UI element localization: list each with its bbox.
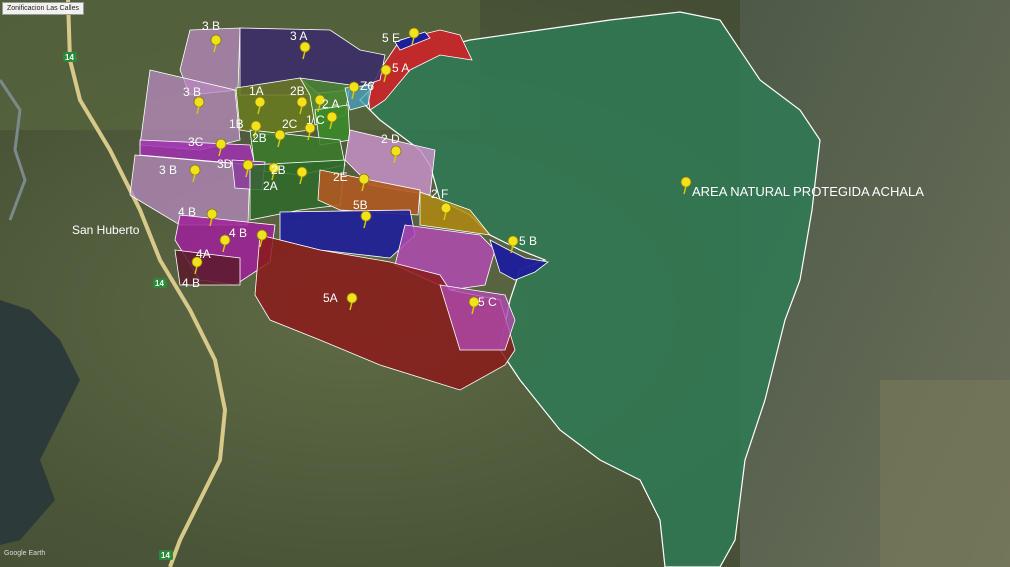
label-2a-small: 2 A bbox=[322, 97, 339, 111]
label-2f: 2 F bbox=[431, 187, 448, 201]
label-3b-middle: 3 B bbox=[183, 85, 201, 99]
label-3c: 3C bbox=[188, 135, 204, 149]
label-3d: 3D bbox=[217, 157, 233, 171]
route-shield-north: 14 bbox=[63, 52, 77, 62]
route-shield-south: 14 bbox=[159, 550, 173, 560]
label-z6: Z6 bbox=[360, 79, 374, 93]
label-2b-south: 2B bbox=[271, 163, 286, 177]
label-2b-north: 2B bbox=[290, 84, 305, 98]
label-5e: 5 E bbox=[382, 31, 400, 45]
label-3b-south: 3 B bbox=[159, 163, 177, 177]
label-protected-area: AREA NATURAL PROTEGIDA ACHALA bbox=[692, 184, 924, 199]
label-3b-north: 3 B bbox=[202, 19, 220, 33]
label-5a-north: 5 A bbox=[392, 61, 409, 75]
route-shield-middle: 14 bbox=[153, 278, 167, 288]
label-5b: 5B bbox=[353, 198, 368, 212]
label-2a: 2A bbox=[263, 179, 278, 193]
satellite-map[interactable]: 3 B 3 A 5 E 5 A 3 B 1A 2B 2 A Z6 1B 2C 1… bbox=[0, 0, 1010, 567]
svg-text:14: 14 bbox=[161, 551, 170, 560]
label-1c: 1 C bbox=[306, 113, 325, 127]
svg-text:14: 14 bbox=[155, 279, 164, 288]
label-1a: 1A bbox=[249, 84, 264, 98]
label-3a: 3 A bbox=[290, 29, 307, 43]
label-4b-c: 4 B bbox=[182, 276, 200, 290]
lower-right-ridge bbox=[880, 380, 1010, 567]
label-2b-middle: 2B bbox=[252, 131, 267, 145]
label-1b: 1B bbox=[229, 117, 244, 131]
label-4b-a: 4 B bbox=[178, 205, 196, 219]
label-4a: 4A bbox=[196, 247, 211, 261]
label-5a: 5A bbox=[323, 291, 338, 305]
google-earth-watermark: Google Earth bbox=[4, 550, 46, 557]
svg-text:14: 14 bbox=[65, 53, 74, 62]
label-5c: 5 C bbox=[478, 295, 497, 309]
map-title: Zonificacion Las Calles bbox=[2, 2, 84, 15]
label-4b-b: 4 B bbox=[229, 226, 247, 240]
label-2d: 2 D bbox=[381, 132, 400, 146]
label-2e: 2E bbox=[333, 170, 348, 184]
label-2c: 2C bbox=[282, 117, 298, 131]
label-5b-east: 5 B bbox=[519, 234, 537, 248]
label-san-huberto: San Huberto bbox=[72, 223, 140, 237]
